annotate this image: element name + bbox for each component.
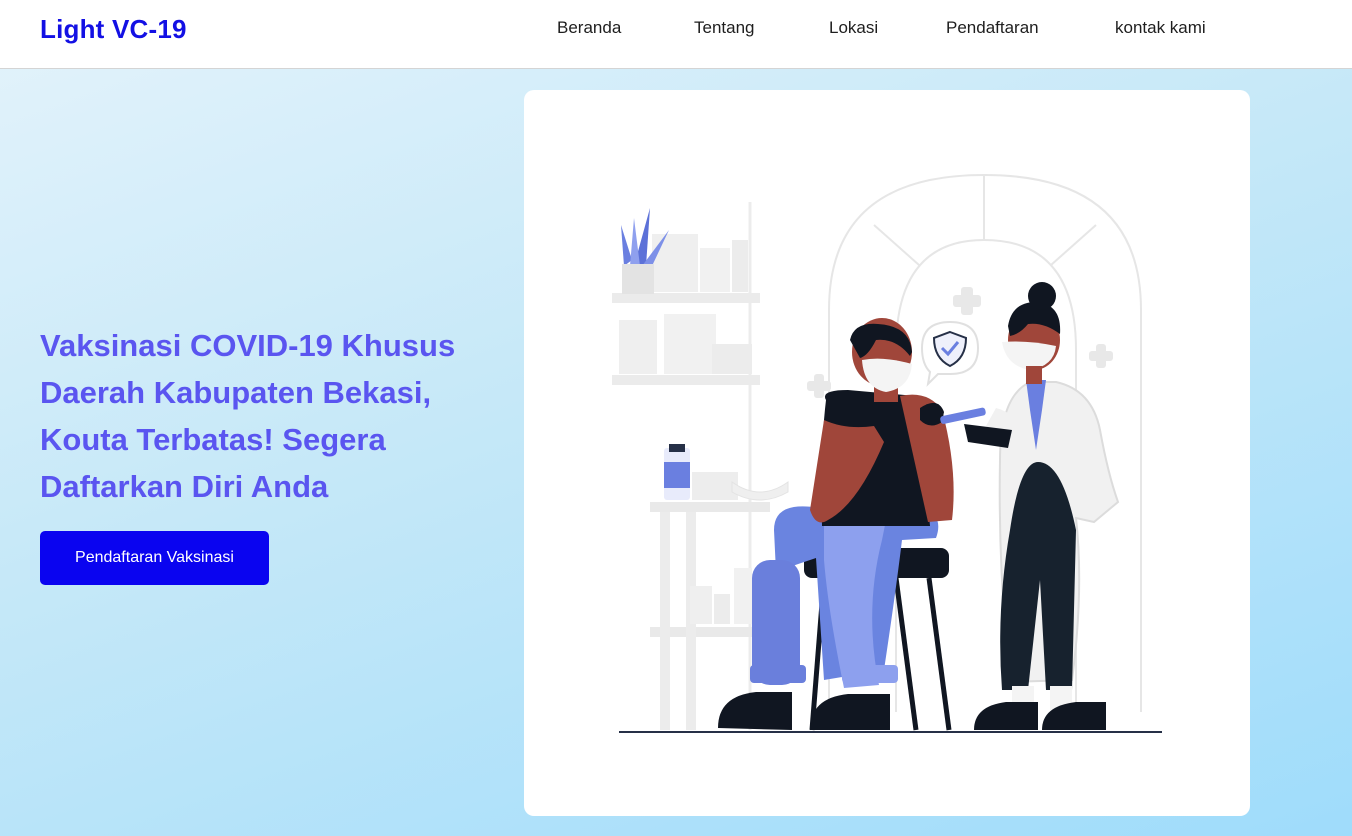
nav-menu: Beranda Tentang Lokasi Pendaftaran konta… bbox=[0, 18, 1352, 42]
nav-link-beranda[interactable]: Beranda bbox=[557, 18, 621, 38]
shield-check-icon bbox=[920, 320, 980, 387]
nav-link-lokasi[interactable]: Lokasi bbox=[829, 18, 878, 38]
nav-link-tentang[interactable]: Tentang bbox=[694, 18, 755, 38]
register-vaccination-button[interactable]: Pendaftaran Vaksinasi bbox=[40, 531, 269, 585]
vaccination-illustration-svg bbox=[612, 173, 1162, 733]
vaccination-illustration bbox=[524, 90, 1250, 816]
navbar: Light VC-19 Beranda Tentang Lokasi Penda… bbox=[0, 0, 1352, 69]
nav-link-pendaftaran[interactable]: Pendaftaran bbox=[946, 18, 1039, 38]
nav-link-kontak-kami[interactable]: kontak kami bbox=[1115, 18, 1206, 38]
hero-title: Vaksinasi COVID-19 Khusus Daerah Kabupat… bbox=[40, 328, 456, 504]
